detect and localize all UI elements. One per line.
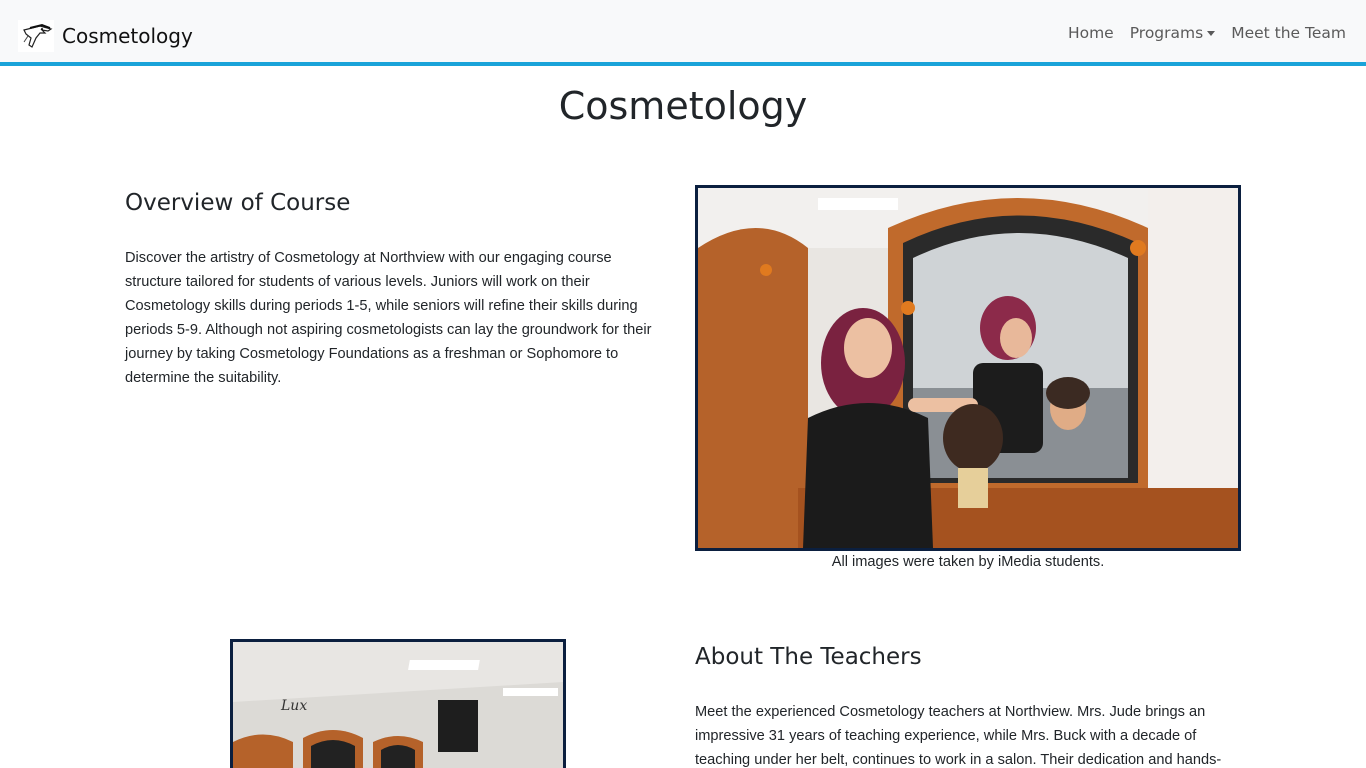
husky-mascot-logo-icon	[18, 20, 54, 52]
navbar: Cosmetology Home Programs Meet the Team	[0, 0, 1366, 66]
cosmetology-classroom-photo: Lux	[230, 639, 566, 768]
navbar-brand[interactable]: Cosmetology	[18, 20, 193, 52]
nav-programs-label: Programs	[1129, 24, 1204, 42]
teachers-text: Meet the experienced Cosmetology teacher…	[695, 704, 1222, 768]
overview-text: Discover the artistry of Cosmetology at …	[125, 250, 652, 386]
nav-home-label: Home	[1067, 24, 1114, 42]
main-nav: Home Programs Meet the Team	[1052, 20, 1346, 46]
overview-section: Overview of Course Discover the artistry…	[125, 188, 665, 390]
caret-down-icon	[1207, 31, 1216, 36]
brand-title: Cosmetology	[62, 24, 193, 48]
nav-home-link[interactable]: Home	[1068, 20, 1114, 46]
nav-meet-the-team-label: Meet the Team	[1231, 24, 1346, 42]
nav-programs-dropdown[interactable]: Programs	[1129, 20, 1216, 46]
teachers-heading: About The Teachers	[695, 644, 922, 670]
image-caption: All images were taken by iMedia students…	[831, 554, 1105, 570]
svg-text:Lux: Lux	[280, 698, 307, 714]
page-title: Cosmetology	[558, 84, 808, 128]
nav-meet-the-team-link[interactable]: Meet the Team	[1231, 20, 1346, 46]
teachers-section: About The Teachers Meet the experienced …	[695, 642, 1241, 768]
overview-heading: Overview of Course	[125, 190, 351, 216]
cosmetology-student-photo	[695, 185, 1241, 551]
